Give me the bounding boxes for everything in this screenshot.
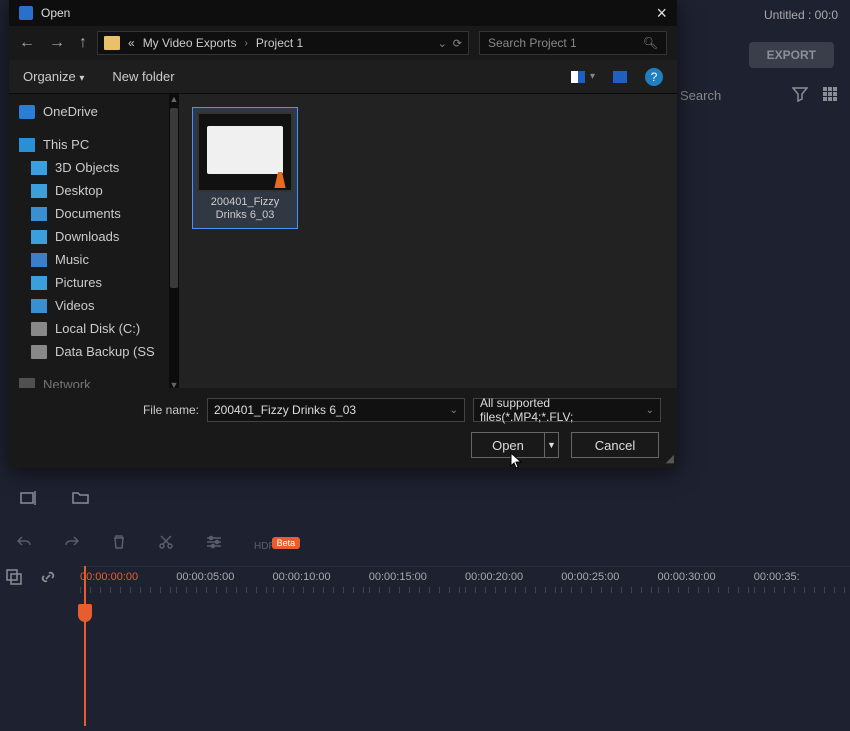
tree-videos[interactable]: Videos [9,294,169,317]
scroll-thumb[interactable] [170,108,178,288]
chevron-down-icon[interactable]: ⌄ [646,405,654,416]
timeline-ruler[interactable]: 00:00:00:00 00:00:05:00 00:00:10:00 00:0… [80,566,850,583]
picture-icon [31,276,47,290]
view-mode-button[interactable]: ▾ [571,71,595,83]
link-icon[interactable] [40,569,56,590]
chevron-right-icon: › [245,38,248,49]
folder-icon [104,36,120,50]
chevron-down-icon[interactable]: ⌄ [450,405,458,416]
desktop-icon [31,184,47,198]
document-icon [31,207,47,221]
file-grid[interactable]: 200401_Fizzy Drinks 6_03 [179,94,677,392]
new-folder-button[interactable]: New folder [112,69,174,84]
media-search-input[interactable]: Search [680,88,778,103]
tree-local-disk[interactable]: Local Disk (C:) [9,317,169,340]
organize-menu[interactable]: Organize ▾ [23,69,84,84]
help-icon[interactable]: ? [645,68,663,86]
cube-icon [31,161,47,175]
tree-downloads[interactable]: Downloads [9,225,169,248]
breadcrumb-prefix: « [128,36,135,50]
preview-pane-button[interactable] [613,71,627,83]
cut-icon[interactable] [158,534,174,555]
tree-data-backup[interactable]: Data Backup (SS [9,340,169,363]
timecode-tick: 00:00:05:00 [176,571,234,583]
scroll-up-icon[interactable]: ▲ [169,94,179,106]
up-icon[interactable]: ↑ [79,34,87,52]
folder-tree: OneDrive This PC 3D Objects Desktop Docu… [9,94,169,392]
music-icon [31,253,47,267]
file-item[interactable]: 200401_Fizzy Drinks 6_03 [193,108,297,228]
cloud-icon [19,105,35,119]
forward-icon[interactable]: → [49,34,65,52]
tree-3d-objects[interactable]: 3D Objects [9,156,169,179]
filename-input[interactable]: 200401_Fizzy Drinks 6_03⌄ [207,398,465,422]
delete-icon[interactable] [112,534,126,555]
breadcrumb[interactable]: Project 1 [256,36,303,50]
timeline-nest-icon[interactable] [6,569,22,590]
timecode-tick: 00:00:30:00 [658,571,716,583]
chevron-down-icon: ▼ [547,440,556,450]
open-file-dialog: Open × ← → ↑ « My Video Exports › Projec… [9,0,677,468]
tree-desktop[interactable]: Desktop [9,179,169,202]
download-icon [31,230,47,244]
chevron-down-icon: ▾ [79,73,84,84]
filter-icon[interactable] [792,86,808,105]
app-title-status: Untitled : 00:0 [764,0,850,30]
tree-scrollbar[interactable]: ▲ ▼ [169,94,179,392]
timecode-tick: 00:00:00:00 [80,571,138,583]
disk-icon [31,322,47,336]
hdr-button[interactable]: HDRBeta [254,536,300,554]
app-icon [19,6,33,20]
filename-label: File name: [143,403,199,417]
open-split-button[interactable]: ▼ [545,432,559,458]
resize-grip-icon[interactable]: ◢ [666,452,674,465]
folder-icon[interactable] [72,490,90,511]
location-bar[interactable]: « My Video Exports › Project 1 ⌄ ⟳ [97,31,469,55]
match-frame-icon[interactable] [20,490,38,511]
tree-documents[interactable]: Documents [9,202,169,225]
timecode-tick: 00:00:20:00 [465,571,523,583]
export-button[interactable]: EXPORT [749,42,834,68]
open-button[interactable]: Open [471,432,545,458]
video-icon [31,299,47,313]
playhead-handle[interactable] [78,604,92,622]
back-icon[interactable]: ← [19,34,35,52]
tree-this-pc[interactable]: This PC [9,133,169,156]
breadcrumb[interactable]: My Video Exports [143,36,237,50]
tree-music[interactable]: Music [9,248,169,271]
disk-icon [31,345,47,359]
close-icon[interactable]: × [656,4,667,22]
settings-sliders-icon[interactable] [206,535,222,554]
grid-view-icon[interactable] [822,86,838,105]
folder-search-input[interactable]: Search Project 1 🔍︎ [479,31,667,55]
timecode-tick: 00:00:15:00 [369,571,427,583]
vlc-icon [273,172,287,188]
refresh-icon[interactable]: ⟳ [453,37,462,50]
tree-onedrive[interactable]: OneDrive [9,100,169,123]
timecode-tick: 00:00:35: [754,571,800,583]
cancel-button[interactable]: Cancel [571,432,659,458]
file-name-label: 200401_Fizzy Drinks 6_03 [197,192,293,224]
playhead[interactable] [84,566,86,726]
timecode-tick: 00:00:25:00 [561,571,619,583]
file-type-select[interactable]: All supported files(*.MP4;*.FLV;⌄ [473,398,661,422]
search-icon: 🔍︎ [643,36,658,50]
search-placeholder: Search Project 1 [488,36,577,50]
redo-icon[interactable] [64,535,80,554]
tree-pictures[interactable]: Pictures [9,271,169,294]
beta-badge: Beta [272,537,301,549]
pc-icon [19,138,35,152]
timecode-tick: 00:00:10:00 [273,571,331,583]
video-thumbnail [197,112,293,192]
chevron-down-icon: ▾ [590,71,595,82]
undo-icon[interactable] [16,535,32,554]
dialog-title: Open [41,6,70,20]
chevron-down-icon[interactable]: ⌄ [438,37,447,50]
